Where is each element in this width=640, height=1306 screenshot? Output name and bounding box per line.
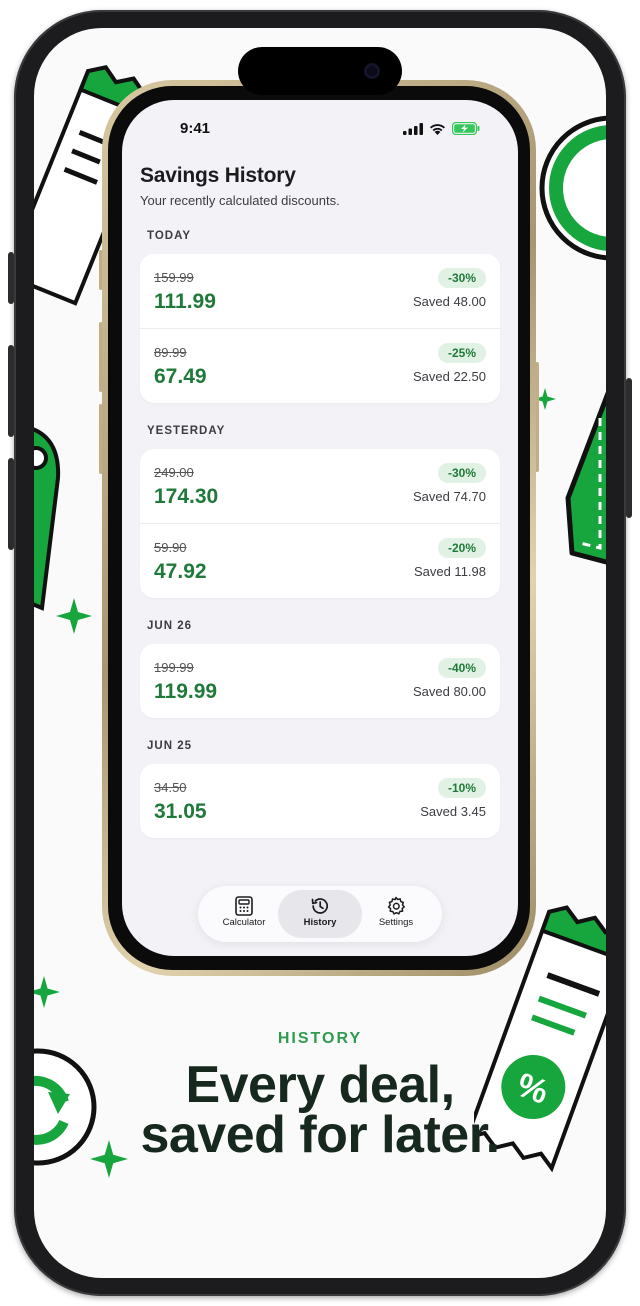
discount-badge: -30% (437, 463, 486, 483)
final-price: 174.30 (154, 485, 219, 508)
outer-power-button (626, 378, 632, 518)
tab-settings-label: Settings (378, 917, 414, 928)
coin-ring-illustration (539, 115, 606, 261)
saved-amount: Saved 22.50 (412, 369, 486, 384)
original-price: 59.90 (154, 540, 187, 555)
history-card-jun-25: 34.50 31.05 -10% Saved 3.45 (140, 764, 500, 838)
section-label-today: TODAY (147, 230, 191, 242)
history-entry[interactable]: 159.99 111.99 -30% Saved 48.00 (140, 254, 500, 328)
outer-action-button (8, 252, 14, 304)
camera-icon (364, 63, 380, 79)
status-time: 9:41 (180, 120, 211, 137)
section-label-jun-25: JUN 25 (147, 740, 192, 752)
tab-calculator-label: Calculator (222, 917, 266, 928)
marketing-headline: Every deal, saved for later. (0, 1056, 640, 1164)
tag-illustration-left (34, 427, 61, 611)
tab-settings[interactable]: Settings (354, 890, 438, 938)
final-price: 67.49 (154, 365, 207, 388)
history-entry[interactable]: 249.00 174.30 -30% Saved 74.70 (140, 449, 500, 523)
section-label-jun-26: JUN 26 (147, 620, 192, 632)
discount-badge: -20% (437, 538, 486, 558)
final-price: 119.99 (154, 680, 218, 703)
calculator-icon (235, 896, 253, 916)
page-title: Savings History (140, 164, 296, 187)
page-subtitle: Your recently calculated discounts. (140, 193, 340, 208)
headline-line-2: saved for later. (140, 1106, 500, 1164)
gear-icon (387, 896, 405, 915)
tab-history-label: History (303, 917, 337, 928)
section-label-yesterday: YESTERDAY (147, 425, 226, 437)
final-price: 111.99 (154, 290, 216, 313)
cellular-signal-icon (403, 122, 423, 135)
discount-badge: -25% (437, 343, 486, 363)
history-icon (311, 898, 329, 914)
saved-amount: Saved 80.00 (412, 684, 486, 699)
original-price: 34.50 (154, 780, 187, 795)
saved-amount: Saved 11.98 (413, 564, 486, 579)
battery-charging-icon (452, 122, 480, 135)
outer-volume-down-button (8, 458, 14, 550)
app-screen: 9:41 Savings History Your recently calcu (122, 100, 518, 956)
sparkle-icon (56, 598, 92, 634)
dynamic-island (238, 47, 402, 95)
section-caption: HISTORY (277, 1030, 363, 1047)
history-card-today: 159.99 111.99 -30% Saved 48.00 89.99 67.… (140, 254, 500, 403)
saved-amount: Saved 3.45 (420, 804, 486, 819)
original-price: 89.99 (154, 345, 187, 360)
history-entry[interactable]: 59.90 47.92 -20% Saved 11.98 (140, 523, 500, 598)
status-icons (403, 122, 480, 135)
history-entry[interactable]: 34.50 31.05 -10% Saved 3.45 (140, 764, 500, 838)
inner-phone-frame: 9:41 Savings History Your recently calcu (102, 80, 536, 976)
original-price: 159.99 (154, 270, 194, 285)
tab-bar: Calculator History Settings (198, 886, 442, 942)
history-card-jun-26: 199.99 119.99 -40% Saved 80.00 (140, 644, 500, 718)
wifi-icon (430, 123, 445, 135)
final-price: 31.05 (154, 800, 207, 823)
outer-volume-up-button (8, 345, 14, 437)
tab-calculator[interactable]: Calculator (202, 890, 286, 938)
discount-badge: -10% (437, 778, 486, 798)
saved-amount: Saved 74.70 (412, 489, 486, 504)
headline-line-1: Every deal, (185, 1056, 455, 1114)
discount-badge: -40% (437, 658, 486, 678)
tab-history[interactable]: History (278, 890, 362, 938)
history-entry[interactable]: 199.99 119.99 -40% Saved 80.00 (140, 644, 500, 718)
saved-amount: Saved 48.00 (412, 294, 486, 309)
green-tag-illustration-right (565, 391, 606, 565)
history-entry[interactable]: 89.99 67.49 -25% Saved 22.50 (140, 328, 500, 403)
final-price: 47.92 (154, 560, 207, 583)
history-card-yesterday: 249.00 174.30 -30% Saved 74.70 59.90 47.… (140, 449, 500, 598)
discount-badge: -30% (437, 268, 486, 288)
original-price: 249.00 (154, 465, 194, 480)
original-price: 199.99 (154, 660, 194, 675)
sparkle-icon (34, 976, 60, 1008)
